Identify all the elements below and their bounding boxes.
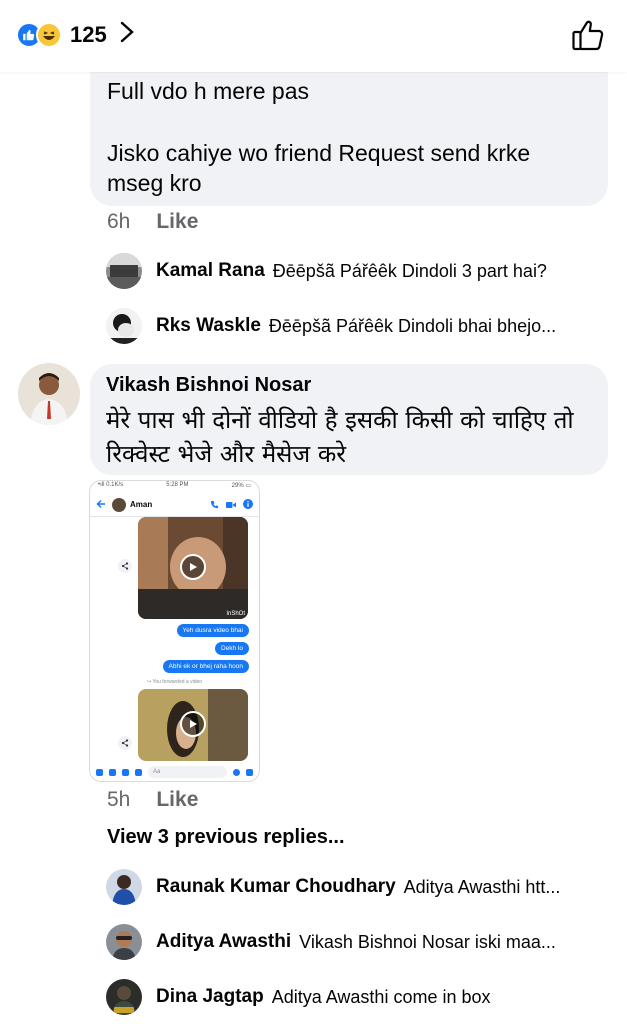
comment-text: mseg kro [107,170,202,196]
share-icon[interactable] [118,736,132,750]
play-icon[interactable] [180,554,206,580]
avatar[interactable] [106,979,142,1015]
messenger-composer: Aa [90,763,259,781]
message-bubble: Yeh dusra video bhai [176,624,249,637]
comment-text: रिक्वेस्ट भेजे और मैसेज करे [106,440,347,468]
comment-author[interactable]: Vikash Bishnoi Nosar [106,374,311,397]
reply-row[interactable]: Rks Waskle Đēēpšã Pářêêk Dindoli bhai bh… [106,306,556,346]
apps-icon [96,768,103,776]
video-call-icon [226,496,236,514]
attached-image[interactable]: •ıll 0.1K/s 5:28 PM 29% ▭ Aman InShOt Ye… [89,480,260,782]
comment-text: मेरे पास भी दोनों वीडियो है इसकी किसी को… [106,406,574,434]
reply-row[interactable]: Raunak Kumar Choudhary Aditya Awasthi ht… [106,867,560,907]
reply-row[interactable]: Dina Jagtap Aditya Awasthi come in box [106,977,491,1017]
status-left: •ıll 0.1K/s [98,482,124,488]
avatar[interactable] [106,924,142,960]
forwarded-note: ↪ You forwarded a video [146,679,203,685]
share-icon[interactable] [118,559,132,573]
avatar[interactable] [106,253,142,289]
reply-text: Aditya Awasthi htt... [403,876,561,897]
reply-row[interactable]: Kamal Rana Đēēpšã Pářêêk Dindoli 3 part … [106,251,547,291]
emoji-icon [233,768,240,776]
video-thumbnail[interactable] [138,689,248,761]
haha-reaction-icon [36,21,62,48]
reply-row[interactable]: Aditya Awasthi Vikash Bishnoi Nosar iski… [106,922,556,962]
back-arrow-icon [96,496,106,514]
message-input: Aa [148,766,227,778]
like-link[interactable]: Like [156,210,198,234]
avatar[interactable] [18,363,80,425]
play-icon[interactable] [180,711,206,737]
reply-author[interactable]: Aditya Awasthi [156,931,291,953]
reply-text: Đēēpšã Pářêêk Dindoli bhai bhejo... [268,315,557,336]
status-bar: •ıll 0.1K/s 5:28 PM 29% ▭ [90,481,259,491]
message-bubble: Dekh lo [214,642,249,655]
status-time: 5:28 PM [166,482,189,488]
comment-time: 6h [107,210,131,233]
chevron-right-icon [119,20,135,49]
thumbs-up-outline-icon[interactable] [571,18,605,52]
reply-text: Đēēpšã Pářêêk Dindoli 3 part hai? [272,260,547,281]
comment-text: Full vdo h mere pas [107,78,309,104]
mic-icon [135,768,142,776]
info-icon [243,496,253,514]
phone-icon [210,496,219,514]
like-link[interactable]: Like [156,788,198,812]
reply-text: Vikash Bishnoi Nosar iski maa... [299,931,556,952]
reply-author[interactable]: Raunak Kumar Choudhary [156,876,396,898]
reaction-count: 125 [70,21,107,47]
reply-author[interactable]: Dina Jagtap [156,986,264,1008]
reply-author[interactable]: Rks Waskle [156,315,261,337]
watermark: InShOt [226,611,245,617]
avatar[interactable] [106,869,142,905]
view-previous-replies-link[interactable]: View 3 previous replies... [107,826,345,849]
contact-avatar [112,497,126,512]
comment-time: 5h [107,788,131,811]
comment-meta: 5h Like [107,788,198,812]
comment-meta: 6h Like [107,210,198,234]
thumbs-up-icon [246,768,253,776]
reply-text: Aditya Awasthi come in box [271,986,491,1007]
contact-name: Aman [130,500,153,509]
avatar[interactable] [106,308,142,344]
camera-icon [109,768,116,776]
messenger-topbar: Aman [90,493,259,517]
reactions-header: 125 [0,0,627,72]
comment-text: Jisko cahiye wo friend Request send krke [107,140,531,166]
message-bubble: Abhi ek or bhej raha hoon [162,660,249,673]
status-right: 29% ▭ [231,483,251,489]
reply-author[interactable]: Kamal Rana [156,260,265,282]
video-thumbnail[interactable]: InShOt [138,517,248,619]
reaction-summary[interactable]: 125 [16,20,135,49]
gallery-icon [122,768,129,776]
